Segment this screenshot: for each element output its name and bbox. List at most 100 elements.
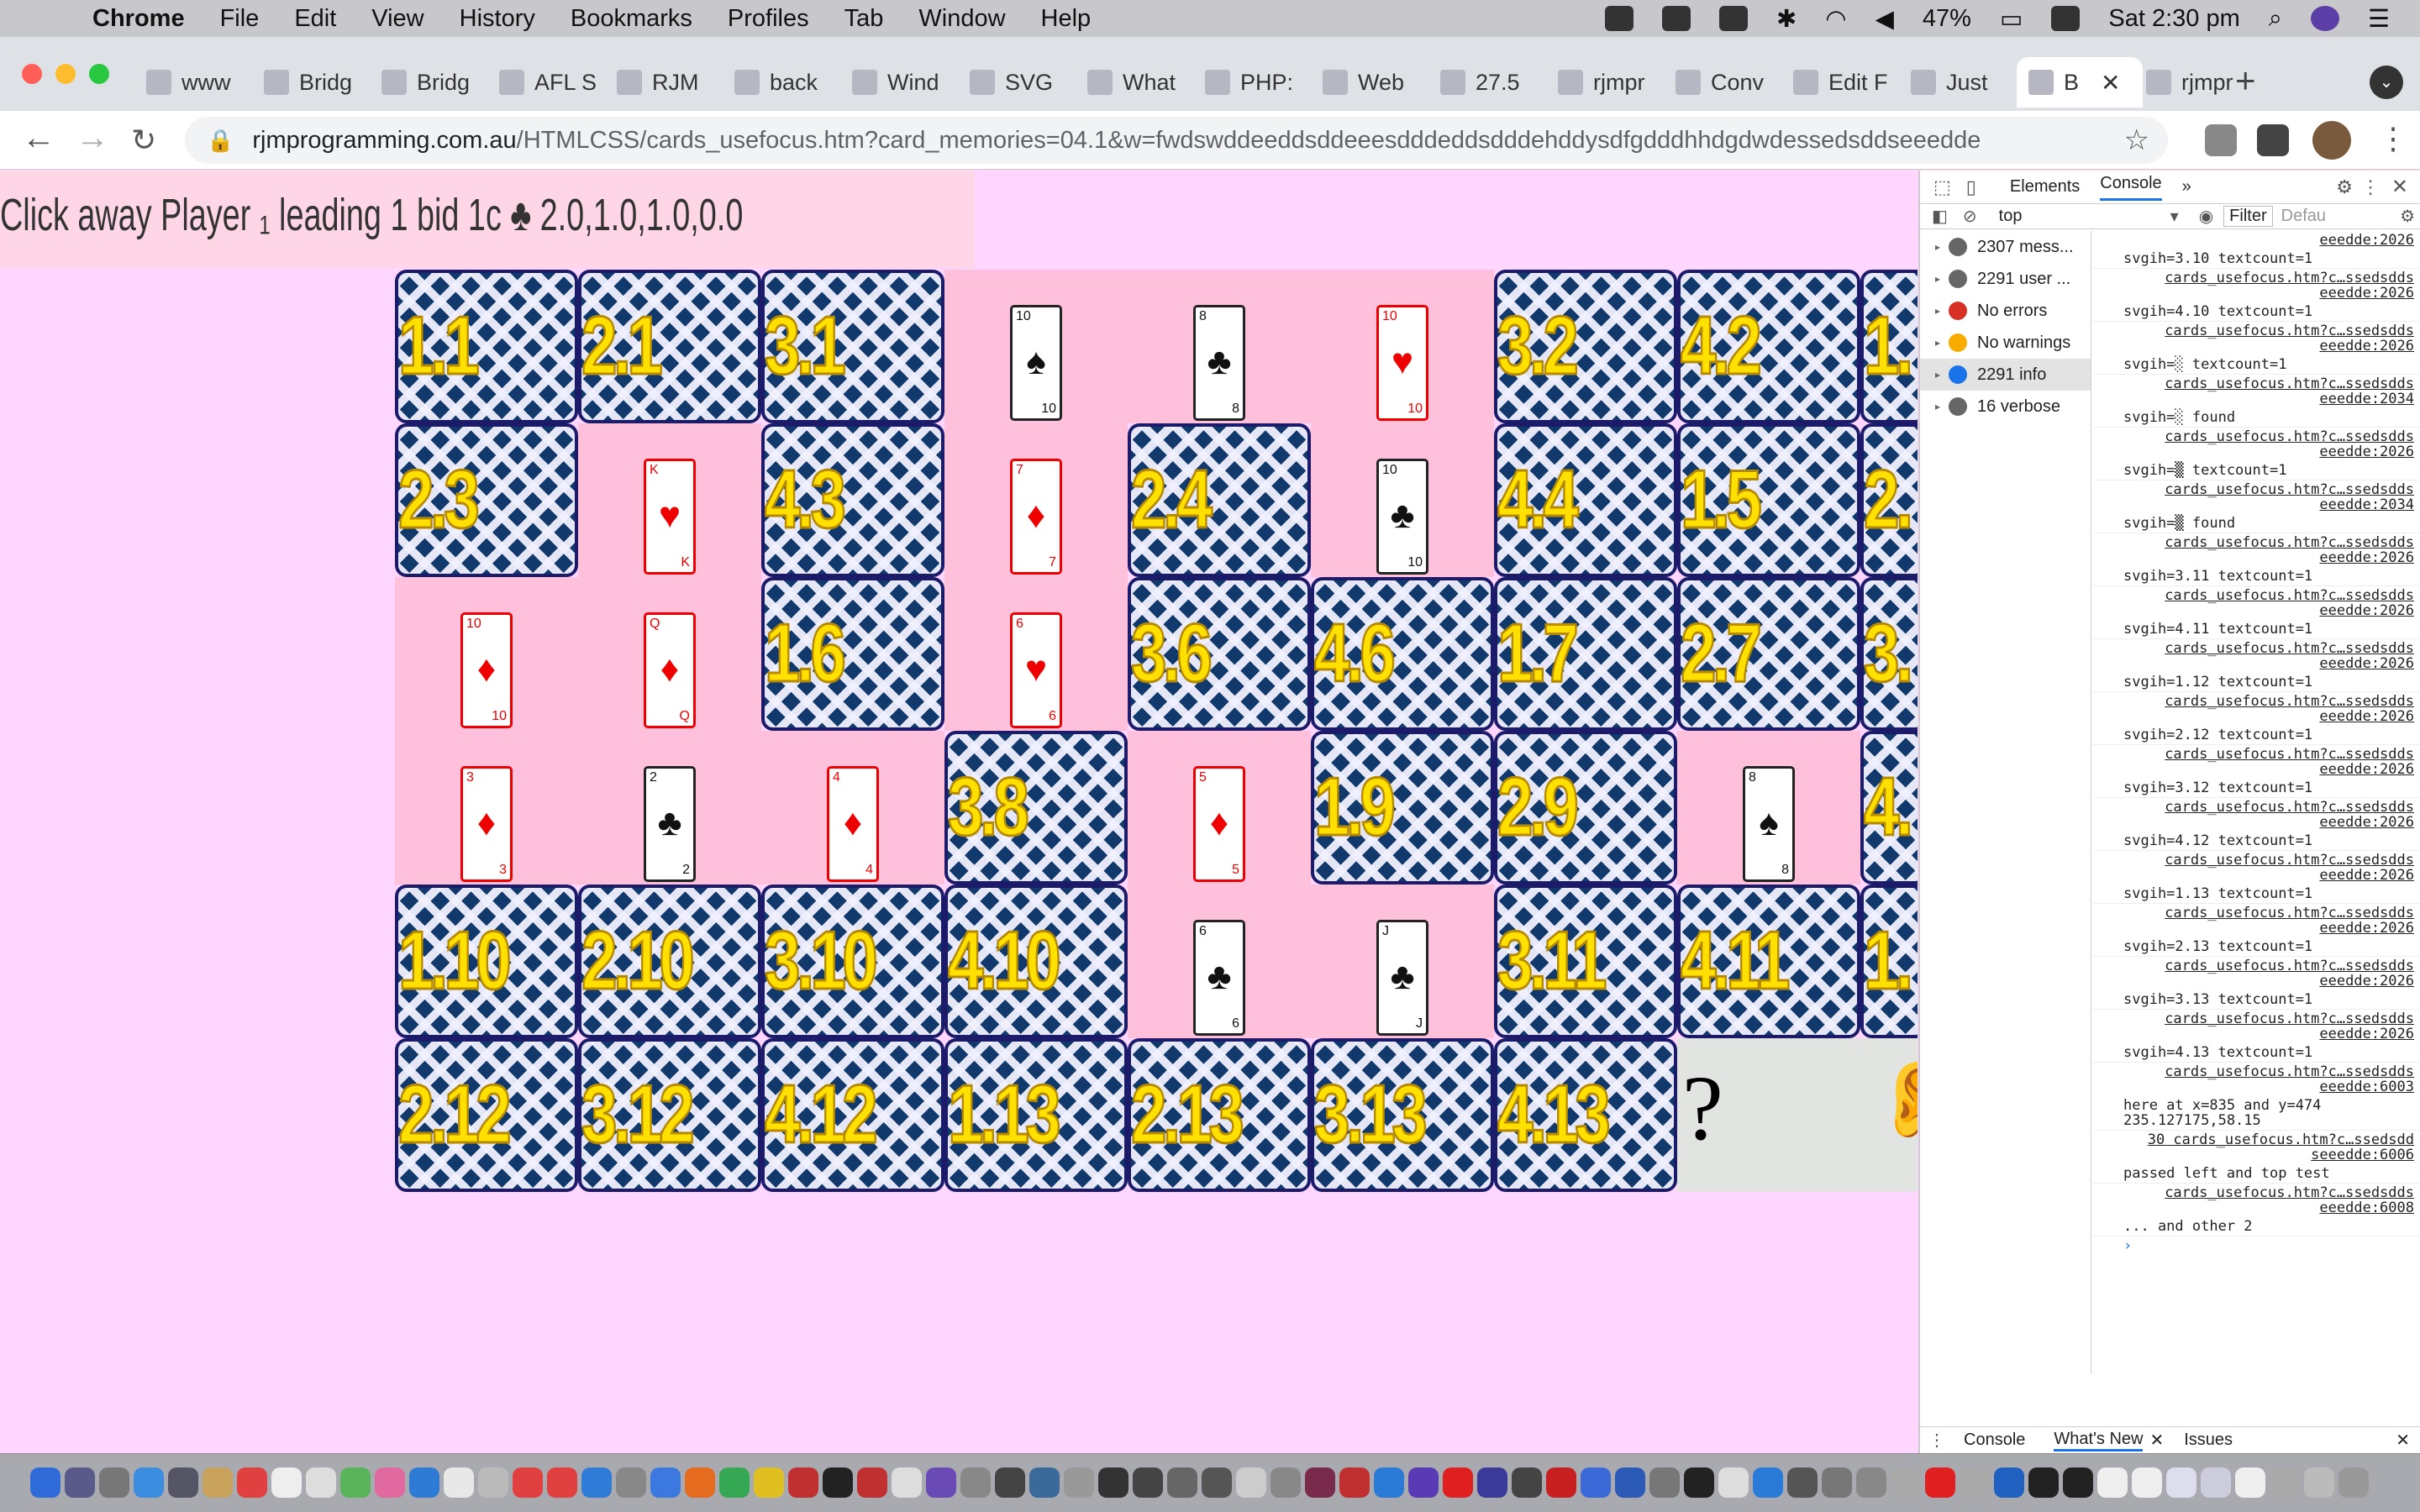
dock-app-icon[interactable] [1029,1467,1060,1498]
close-tab-icon[interactable]: ✕ [2101,69,2120,97]
menu-profiles[interactable]: Profiles [728,5,809,33]
expand-arrow-icon[interactable]: ▸ [1935,369,1940,381]
card-face[interactable]: 10 ♣ 10 [1311,423,1494,577]
card-back[interactable]: 4.13 [1494,1038,1677,1192]
dock-app-icon[interactable] [960,1467,991,1498]
control-center-icon[interactable]: ☰ [2368,4,2390,34]
card-back[interactable]: 2.13 [1128,1038,1311,1192]
dock-app-icon[interactable] [1615,1467,1645,1498]
context-select[interactable]: top [1999,207,2167,226]
expand-arrow-icon[interactable]: ▸ [1935,273,1940,285]
card-back[interactable]: 4.2 [1677,270,1860,423]
log-source-link[interactable]: cards_usefocus.htm?c…ssedsdds eeedde:202… [2093,639,2420,673]
card-back[interactable]: 1. [1860,885,1918,1038]
menu-help[interactable]: Help [1041,5,1092,33]
card-face[interactable]: K ♥ K [578,423,761,577]
dock-app-icon[interactable] [1581,1467,1611,1498]
card-back[interactable]: 3.10 [761,885,944,1038]
card-back[interactable]: 3.13 [1311,1038,1494,1192]
card-back[interactable]: 4.11 [1677,885,1860,1038]
dock-app-icon[interactable] [1098,1467,1128,1498]
volume-icon[interactable]: ◀ [1876,4,1894,34]
browser-tab[interactable]: Edit F [1781,57,1892,108]
dock-app-icon[interactable] [995,1467,1025,1498]
tab-elements[interactable]: Elements [2010,177,2080,197]
log-source-link[interactable]: cards_usefocus.htm?c…ssedsdds eeedde:202… [2093,957,2420,990]
card-back[interactable]: 1.5 [1677,423,1860,577]
card-face[interactable]: 8 ♠ 8 [1677,731,1860,885]
card-back[interactable]: 3.11 [1494,885,1677,1038]
drawer-tab-console[interactable]: Console [1964,1431,2025,1450]
card-back[interactable]: 3. [1860,577,1918,731]
dock-app-icon[interactable] [788,1467,818,1498]
card-face[interactable]: J ♣ J [1311,885,1494,1038]
dock-app-icon[interactable] [271,1467,302,1498]
dock-app-icon[interactable] [1374,1467,1404,1498]
dock-app-icon[interactable] [1270,1467,1301,1498]
dock-app-icon[interactable] [65,1467,95,1498]
dock-app-icon[interactable] [2338,1467,2369,1498]
dock-app-icon[interactable] [2028,1467,2059,1498]
context-dropdown-icon[interactable]: ▾ [2170,206,2179,227]
tab-search-icon[interactable]: ⌄ [2370,66,2403,99]
browser-tab[interactable]: Web [1311,57,1422,108]
dock-app-icon[interactable] [1753,1467,1783,1498]
dock-app-icon[interactable] [892,1467,922,1498]
card-back[interactable]: 3.2 [1494,270,1677,423]
card-face[interactable]: 5 ♦ 5 [1128,731,1311,885]
dock-app-icon[interactable] [1960,1467,1990,1498]
dock-app-icon[interactable] [1339,1467,1370,1498]
browser-tab[interactable]: www [134,57,245,108]
log-source-link[interactable]: cards_usefocus.htm?c…ssedsdds eeedde:202… [2093,904,2420,937]
back-button[interactable]: ← [22,119,55,157]
card-back[interactable]: 2.1 [578,270,761,423]
dock-app-icon[interactable] [237,1467,267,1498]
device-toolbar-icon[interactable]: ▯ [1966,176,1976,198]
inspect-element-icon[interactable]: ⬚ [1933,176,1951,198]
dock-app-icon[interactable] [1512,1467,1542,1498]
browser-tab[interactable]: rjmpr [1546,57,1657,108]
forward-button[interactable]: → [76,119,109,157]
settings-gear-icon[interactable]: ⚙ [2336,176,2353,198]
audio-ear-cell[interactable]: 👂 [1860,1038,1918,1192]
dock-app-icon[interactable] [30,1467,60,1498]
browser-tab[interactable]: Conv [1664,57,1775,108]
dock-app-icon[interactable] [926,1467,956,1498]
card-back[interactable]: 2.3 [395,423,578,577]
browser-tab[interactable]: RJM [605,57,716,108]
card-face[interactable]: 4 ♦ 4 [761,731,944,885]
menu-file[interactable]: File [220,5,260,33]
log-source-link[interactable]: cards_usefocus.htm?c…ssedsdds eeedde:202… [2093,269,2420,302]
live-expression-eye-icon[interactable]: ◉ [2199,206,2213,227]
log-source-link[interactable]: cards_usefocus.htm?c…ssedsdds eeedde:203… [2093,480,2420,514]
log-source-link[interactable]: cards_usefocus.htm?c…ssedsdds eeedde:202… [2093,322,2420,355]
log-source-link[interactable]: cards_usefocus.htm?c…ssedsdds eeedde:600… [2093,1063,2420,1096]
bookmark-star-icon[interactable]: ☆ [2124,123,2149,157]
status-app-icon[interactable] [1604,6,1634,31]
dock-app-icon[interactable] [823,1467,853,1498]
lock-icon[interactable]: 🔒 [207,128,234,154]
expand-arrow-icon[interactable]: ▸ [1935,305,1940,317]
log-source-link[interactable]: cards_usefocus.htm?c…ssedsdds eeedde:202… [2093,1010,2420,1043]
menu-history[interactable]: History [460,5,535,33]
minimize-window-button[interactable] [55,64,76,84]
dock-app-icon[interactable] [2166,1467,2196,1498]
status-app-icon[interactable] [2051,6,2081,31]
new-tab-button[interactable]: + [2235,60,2256,101]
browser-tab[interactable]: What [1076,57,1186,108]
card-face[interactable]: 10 ♥ 10 [1311,270,1494,423]
browser-tab[interactable]: Bridg [252,57,363,108]
dock-app-icon[interactable] [1305,1467,1335,1498]
dock-app-icon[interactable] [2304,1467,2334,1498]
card-face[interactable]: Q ♦ Q [578,577,761,731]
dock-app-icon[interactable] [1856,1467,1886,1498]
dock-app-icon[interactable] [2063,1467,2093,1498]
dock-app-icon[interactable] [547,1467,577,1498]
card-back[interactable]: 4. [1860,731,1918,885]
card-back[interactable]: 1.1 [395,270,578,423]
console-filter-item[interactable]: ▸ 2291 user ... [1920,263,2091,295]
browser-tab[interactable]: Wind [840,57,951,108]
card-back[interactable]: 1.9 [1311,731,1494,885]
dock-app-icon[interactable] [1649,1467,1680,1498]
tab-console[interactable]: Console [2100,174,2162,201]
